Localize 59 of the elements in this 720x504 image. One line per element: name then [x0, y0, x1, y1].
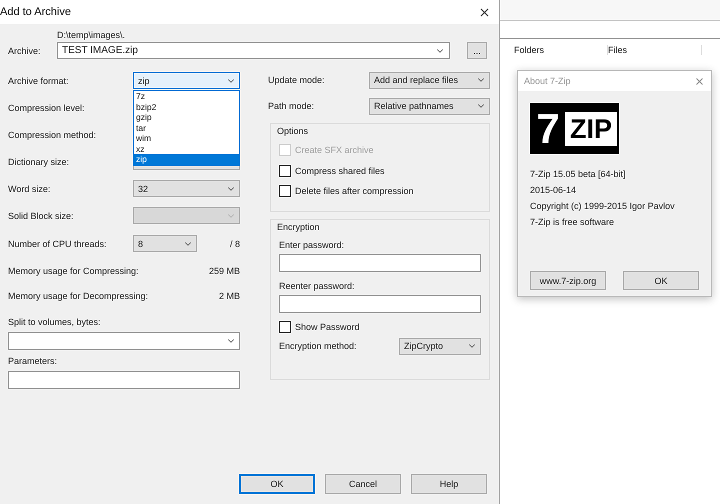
- dropdown[interactable]: Add and replace files: [369, 72, 490, 88]
- checkbox[interactable]: [279, 321, 291, 334]
- dropdown[interactable]: 8: [133, 235, 197, 252]
- field-label: Number of CPU threads:: [8, 238, 108, 248]
- field-label: Archive format:: [8, 76, 70, 86]
- thread-count: / 8: [230, 238, 240, 248]
- field-label: Archive:: [8, 46, 42, 56]
- field-label: Parameters:: [8, 356, 58, 366]
- format-dropdown-menu[interactable]: 7z bzip2 gzip tar wim xz zip: [133, 90, 240, 166]
- dialog-button[interactable]: www.7-zip.org: [530, 271, 606, 290]
- field-label: Encryption method:: [279, 341, 358, 351]
- about-text: 7-Zip 15.05 beta [64-bit]: [530, 168, 627, 181]
- archive-path: D:\temp\images\.: [57, 30, 126, 40]
- field-label: Update mode:: [268, 75, 326, 85]
- dropdown[interactable]: ZipCrypto: [399, 338, 481, 354]
- dropdown[interactable]: Relative pathnames: [369, 98, 490, 114]
- dropdown[interactable]: zip: [133, 72, 240, 89]
- dialog-button[interactable]: OK: [623, 271, 699, 290]
- split-field[interactable]: [8, 332, 240, 350]
- browse-button[interactable]: ...: [467, 42, 487, 59]
- dialog-button[interactable]: Cancel: [325, 474, 401, 494]
- checkbox[interactable]: [279, 164, 291, 177]
- password-field[interactable]: [279, 295, 481, 313]
- app-logo: 7 ZIP: [530, 103, 619, 154]
- list-item[interactable]: zip: [134, 154, 239, 164]
- dialog-button[interactable]: OK: [239, 474, 315, 494]
- window-title: About 7-Zip: [524, 76, 571, 86]
- field-label: Reenter password:: [279, 281, 356, 291]
- dialog-button[interactable]: Help: [411, 474, 487, 494]
- password-field[interactable]: [279, 254, 481, 272]
- field-label: Memory usage for Decompressing:: [8, 290, 150, 300]
- memory-value: 259 MB: [208, 266, 240, 276]
- field-label: Memory usage for Compressing:: [8, 266, 140, 276]
- about-text: 2015-06-14: [530, 184, 578, 197]
- memory-value: 2 MB: [218, 290, 240, 300]
- field-label: Path mode:: [268, 101, 316, 111]
- about-text: 7-Zip is free software: [530, 216, 616, 229]
- checkbox-label: Show Password: [295, 322, 360, 332]
- about-text: Copyright (c) 1999-2015 Igor Pavlov: [530, 200, 676, 213]
- archive-name-field[interactable]: TEST IMAGE.zip: [57, 42, 450, 59]
- field-label: Dictionary size:: [8, 156, 70, 166]
- column-header[interactable]: Folders: [514, 45, 608, 55]
- checkbox[interactable]: [279, 185, 291, 198]
- checkbox-label: Create SFX archive: [295, 145, 374, 156]
- window-title: Add to Archive: [0, 6, 71, 18]
- close-icon[interactable]: [478, 6, 491, 18]
- field-label: Solid Block size:: [8, 210, 75, 220]
- checkbox-label: Delete files after compression: [295, 186, 414, 196]
- field-label: Compression method:: [8, 130, 98, 140]
- field-label: Enter password:: [279, 240, 346, 250]
- checkbox-label: Compress shared files: [295, 166, 385, 176]
- group-title: Options: [277, 126, 310, 136]
- dropdown[interactable]: 32: [133, 180, 240, 197]
- group-title: Encryption: [277, 222, 321, 232]
- field-label: Word size:: [8, 184, 52, 194]
- field-label: Split to volumes, bytes:: [8, 317, 102, 327]
- column-header[interactable]: Files: [608, 45, 702, 55]
- field-label: Compression level:: [8, 102, 86, 112]
- parameters-field[interactable]: [8, 371, 240, 389]
